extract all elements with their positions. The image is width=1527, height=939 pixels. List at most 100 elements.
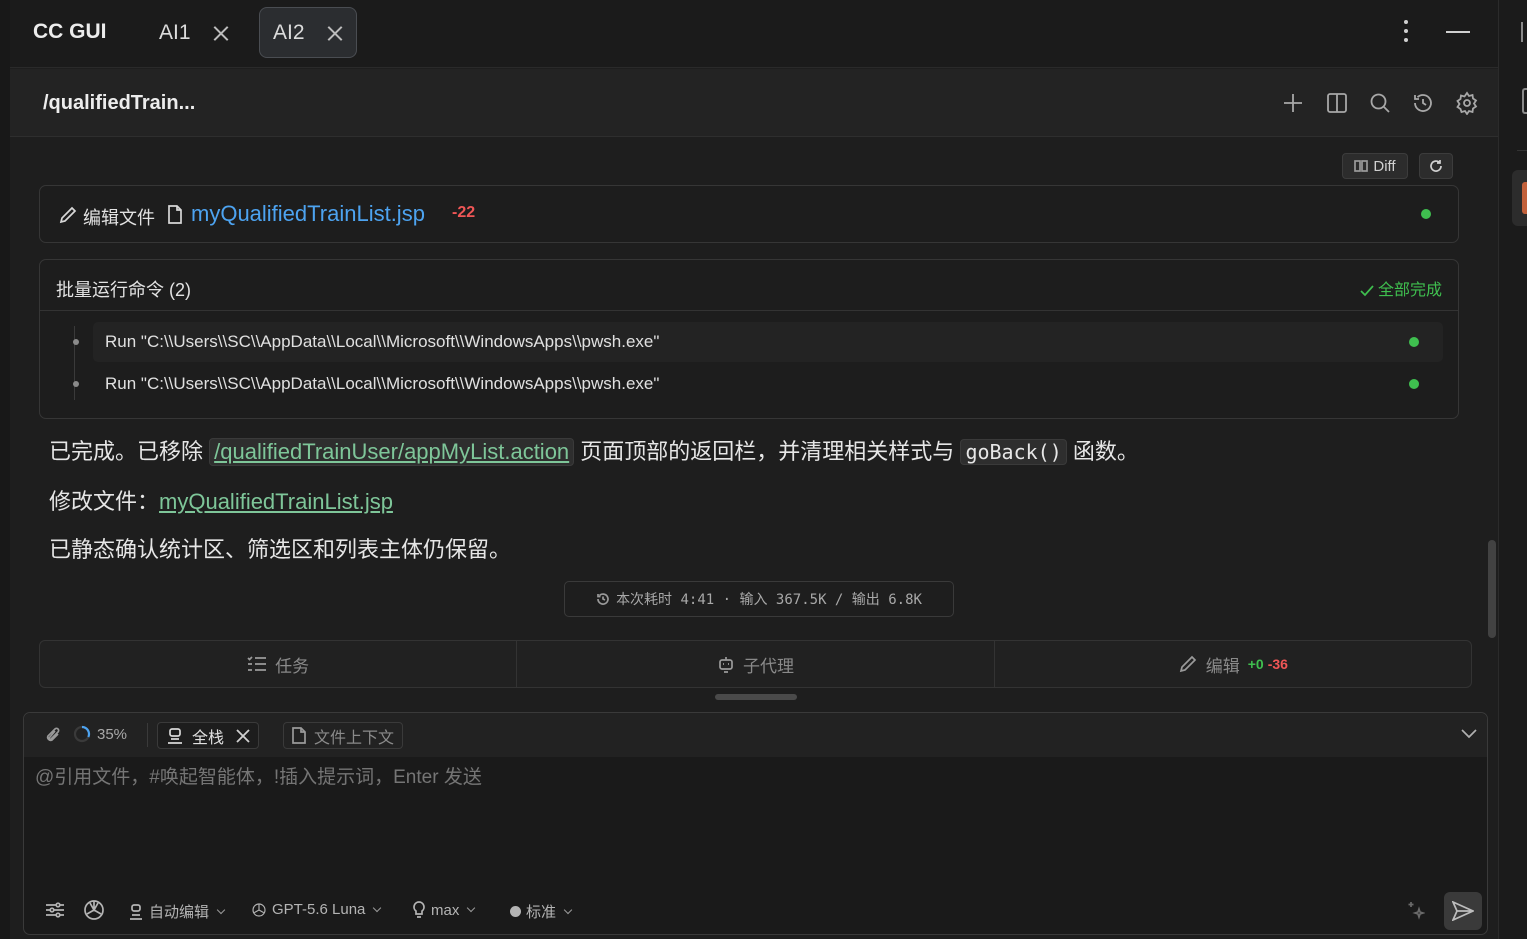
edit-file-link[interactable]: myQualifiedTrainList.jsp [191, 201, 425, 227]
refresh-icon [1430, 160, 1442, 172]
file-icon [292, 727, 306, 744]
message-line-2: 修改文件：myQualifiedTrainList.jsp [49, 484, 393, 516]
chevron-down-icon [467, 903, 476, 913]
chevron-down-icon[interactable] [1461, 729, 1477, 739]
chevron-down-icon [216, 905, 226, 914]
file-link[interactable]: myQualifiedTrainList.jsp [159, 489, 393, 514]
plus-icon[interactable] [1281, 91, 1305, 115]
input-toolbar: 35% 全栈 文件上下文 [24, 713, 1487, 757]
edit-file-card[interactable]: 编辑文件 myQualifiedTrainList.jsp -22 [39, 185, 1459, 243]
app-window: CC GUI AI1 AI2 /qualifiedTrain... Diff 编… [10, 0, 1498, 939]
timeline-bullet [73, 339, 79, 345]
status-dot [1409, 379, 1419, 389]
close-icon[interactable] [327, 25, 343, 41]
search-icon[interactable] [1368, 91, 1392, 115]
style-dropdown[interactable]: 标准 [510, 901, 573, 922]
command-text: Run "C:\\Users\\SC\\AppData\\Local\\Micr… [105, 374, 660, 393]
close-icon[interactable] [213, 25, 229, 41]
agent-icon [168, 727, 182, 744]
tasks-label: 任务 [275, 656, 310, 676]
batch-title: 批量运行命令 (2) [56, 280, 191, 300]
inline-code: goBack() [960, 439, 1067, 465]
history-icon [597, 593, 609, 605]
status-dot [1421, 209, 1431, 219]
auto-edit-dropdown[interactable]: 自动编辑 [128, 901, 226, 922]
edge-glyph [1521, 22, 1527, 42]
vertical-scrollbar[interactable] [1488, 540, 1496, 638]
attachment-icon[interactable] [44, 726, 62, 744]
close-icon[interactable] [236, 728, 250, 743]
chat-input[interactable] [35, 767, 1475, 789]
send-icon [1452, 901, 1474, 921]
diff-label: Diff [1373, 157, 1396, 175]
tasks-tab[interactable]: 任务 [40, 641, 518, 687]
divider [147, 723, 148, 747]
side-panel-edge [1498, 0, 1527, 939]
path-link[interactable]: /qualifiedTrainUser/appMyList.action [209, 438, 575, 466]
split-view-icon[interactable] [1325, 91, 1349, 115]
subagent-label: 子代理 [742, 656, 794, 676]
file-context-chip[interactable]: 文件上下文 [283, 722, 404, 749]
batch-command-card: 批量运行命令 (2) 全部完成 Run "C:\\Users\\SC\\AppD… [39, 259, 1459, 419]
more-vertical-icon[interactable] [1402, 20, 1410, 46]
diff-button[interactable]: Diff [1342, 153, 1408, 179]
edit-label: 编辑 [1205, 656, 1240, 676]
sparkle-icon[interactable] [1405, 900, 1425, 920]
divider [1517, 150, 1527, 151]
style-label: 标准 [526, 904, 557, 921]
tab-ai2[interactable]: AI2 [259, 7, 357, 58]
refresh-button[interactable] [1419, 153, 1453, 179]
added-count: +0 [1247, 656, 1264, 672]
file-context-label: 文件上下文 [314, 729, 395, 747]
timeline-line [74, 326, 75, 400]
effort-label: max [431, 901, 460, 919]
effort-dropdown[interactable]: max [412, 901, 476, 919]
diff-icon [1354, 160, 1369, 172]
edge-glyph [1522, 88, 1527, 114]
chevron-down-icon [373, 903, 382, 912]
session-header: /qualifiedTrain... [10, 69, 1498, 137]
command-row[interactable]: Run "C:\\Users\\SC\\AppData\\Local\\Micr… [73, 322, 1443, 362]
openai-icon [252, 902, 266, 917]
app-title: CC GUI [33, 20, 107, 43]
sliders-icon[interactable] [45, 901, 65, 919]
page-title: /qualifiedTrain... [43, 92, 196, 114]
style-dot-icon [510, 906, 521, 917]
removed-count: -36 [1267, 656, 1288, 672]
message-text: 已完成。已移除 [49, 439, 204, 464]
pencil-icon [1179, 655, 1196, 673]
minimize-icon[interactable] [1446, 31, 1470, 33]
title-bar: CC GUI AI1 AI2 [10, 0, 1498, 68]
batch-status: 全部完成 [1359, 276, 1442, 300]
tab-label: AI2 [273, 20, 305, 44]
model-dropdown[interactable]: GPT-5.6 Luna [251, 901, 382, 918]
batch-header[interactable]: 批量运行命令 (2) 全部完成 [40, 260, 1458, 311]
auto-edit-label: 自动编辑 [149, 904, 210, 921]
edits-tab[interactable]: 编辑 +0 -36 [995, 641, 1471, 687]
agent-icon [130, 903, 142, 920]
mode-chip[interactable]: 全栈 [157, 722, 260, 749]
check-icon [1359, 285, 1374, 297]
file-icon [168, 205, 182, 224]
resize-handle[interactable] [715, 694, 797, 700]
batch-status-label: 全部完成 [1377, 282, 1442, 299]
settings-gear-icon[interactable] [1455, 91, 1479, 116]
openai-icon[interactable] [82, 898, 106, 922]
status-dot [1409, 337, 1419, 347]
subagent-tab[interactable]: 子代理 [517, 641, 995, 687]
history-icon[interactable] [1411, 91, 1435, 115]
tab-ai1[interactable]: AI1 [148, 7, 246, 58]
side-tab[interactable] [1512, 170, 1527, 226]
pencil-icon [59, 206, 77, 224]
message-line-1: 已完成。已移除 /qualifiedTrainUser/appMyList.ac… [49, 434, 1139, 466]
deleted-lines-count: -22 [452, 204, 476, 221]
usage-stats: 本次耗时 4:41 · 输入 367.5K / 输出 6.8K [564, 581, 954, 617]
lightbulb-icon [413, 901, 425, 918]
task-bar: 任务 子代理 编辑 +0 -36 [39, 640, 1472, 688]
command-row[interactable]: Run "C:\\Users\\SC\\AppData\\Local\\Micr… [73, 364, 1443, 404]
send-button[interactable] [1444, 892, 1482, 930]
command-text: Run "C:\\Users\\SC\\AppData\\Local\\Micr… [105, 332, 660, 351]
message-text: 修改文件： [49, 489, 160, 514]
chat-input-box: 35% 全栈 文件上下文 自动编辑 [23, 712, 1488, 935]
timeline-bullet [73, 381, 79, 387]
